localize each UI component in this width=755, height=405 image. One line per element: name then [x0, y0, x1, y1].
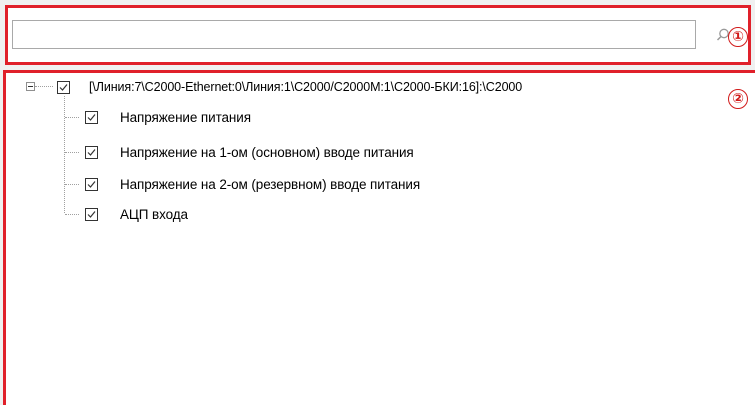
- search-input[interactable]: [12, 20, 696, 49]
- panel: ① ② [\Линия:7\С2000-Ethernet:0\Линия:1\С…: [0, 0, 755, 405]
- tree-connector: [65, 214, 79, 215]
- tree-node-label: Напряжение на 2-ом (резервном) вводе пит…: [120, 176, 421, 192]
- checkbox[interactable]: [85, 207, 98, 221]
- tree-connector: [65, 117, 79, 118]
- tree-connector: [65, 152, 79, 153]
- tree-node-label: Напряжение на 1-ом (основном) вводе пита…: [120, 144, 414, 160]
- tree-node-child[interactable]: Напряжение на 2-ом (резервном) вводе пит…: [85, 174, 420, 194]
- tree-node-child[interactable]: Напряжение питания: [85, 107, 251, 127]
- checkmark-icon: [87, 148, 96, 156]
- tree-node-child[interactable]: Напряжение на 1-ом (основном) вводе пита…: [85, 142, 414, 162]
- tree-connector: [64, 96, 65, 213]
- callout-marker-1: ①: [728, 27, 748, 47]
- callout-marker-2: ②: [728, 89, 748, 109]
- tree-node-label: Напряжение питания: [120, 109, 251, 125]
- checkbox[interactable]: [85, 110, 98, 124]
- tree-node-root-label: [\Линия:7\С2000-Ethernet:0\Линия:1\С2000…: [89, 80, 523, 94]
- tree-connector: [35, 86, 53, 87]
- checkmark-icon: [59, 83, 68, 91]
- collapse-toggle-icon[interactable]: [26, 82, 35, 91]
- tree-node-child[interactable]: АЦП входа: [85, 204, 188, 224]
- checkmark-icon: [87, 113, 96, 121]
- checkbox[interactable]: [85, 177, 98, 191]
- checkbox[interactable]: [85, 145, 98, 159]
- checkmark-icon: [87, 180, 96, 188]
- tree-node-root[interactable]: [\Линия:7\С2000-Ethernet:0\Линия:1\С2000…: [57, 77, 727, 97]
- tree-node-label: АЦП входа: [120, 206, 188, 222]
- checkmark-icon: [87, 210, 96, 218]
- tree-connector: [65, 184, 79, 185]
- checkbox-root[interactable]: [57, 80, 70, 94]
